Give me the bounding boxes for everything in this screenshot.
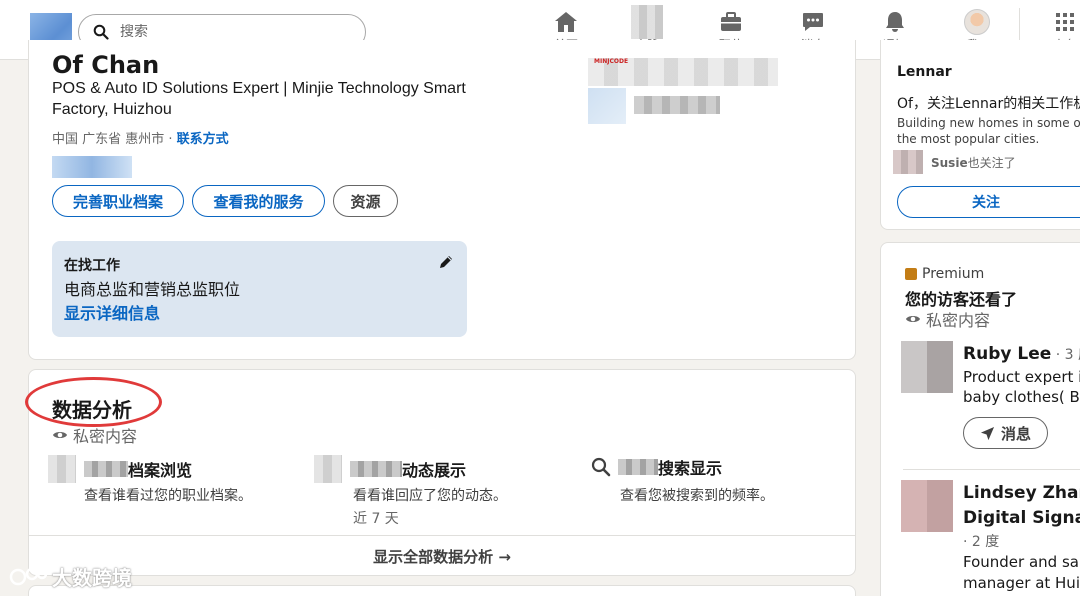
profile-name: Of Chan xyxy=(52,51,160,74)
stat-period: 近 7 天 xyxy=(353,511,399,527)
search-input[interactable] xyxy=(120,24,320,40)
open-to-work-title: 在找工作 xyxy=(64,258,120,274)
company-name[interactable]: Lennar xyxy=(897,64,952,80)
bell-icon xyxy=(886,12,904,32)
eye-icon xyxy=(53,432,67,438)
visitor-degree: · 2 度 xyxy=(963,534,1000,550)
mutual-avatar xyxy=(893,150,923,174)
visitor-name[interactable]: Ruby Lee xyxy=(963,344,1051,364)
profile-location: 中国 广东省 惠州市 · 联系方式 xyxy=(52,128,229,147)
experience-logo: MINJCODE xyxy=(594,58,629,65)
avatar xyxy=(964,9,990,35)
eye-icon xyxy=(906,316,920,322)
watermark-text: 大数跨境 xyxy=(52,566,132,590)
visitor-headline-cont: Digital Signag xyxy=(963,508,1080,528)
visitor-photo[interactable] xyxy=(901,341,953,393)
chart-icon xyxy=(314,455,342,483)
visitor-desc-line: Founder and sal xyxy=(963,553,1080,571)
stat-title: 搜索显示 xyxy=(658,459,723,478)
stat-title: 动态展示 xyxy=(402,461,467,480)
analytics-private: 私密内容 xyxy=(52,423,137,447)
send-icon xyxy=(980,426,995,440)
stat-desc: 查看谁看过您的职业档案。 xyxy=(84,488,252,504)
message-button-label: 消息 xyxy=(1000,424,1031,443)
visitors-private: 私密内容 xyxy=(905,307,990,331)
follow-button[interactable]: 关注 xyxy=(897,186,1080,218)
open-to-work-role: 电商总监和营销总监职位 xyxy=(64,280,241,299)
messaging-icon xyxy=(803,13,823,31)
pencil-icon[interactable] xyxy=(437,253,455,271)
mutual-name: Susie xyxy=(931,155,968,170)
mutual-follower: Susie也关注了 xyxy=(893,150,1016,174)
premium-badge: Premium xyxy=(905,266,984,282)
company-description: Building new homes in some of the most p… xyxy=(897,116,1080,146)
visitor-desc-line: baby clothes( Ba xyxy=(963,388,1080,406)
next-card xyxy=(28,585,856,596)
mutual-suffix: 也关注了 xyxy=(967,155,1016,170)
visitor-desc-line: manager at Huiz xyxy=(963,574,1080,592)
people-icon xyxy=(48,455,76,483)
resources-button[interactable]: 资源 xyxy=(333,185,398,217)
watermark: 大数跨境 xyxy=(8,562,132,591)
visitor-photo[interactable] xyxy=(901,480,953,532)
complete-profile-button[interactable]: 完善职业档案 xyxy=(52,185,184,217)
stat-desc: 查看您被搜索到的频率。 xyxy=(620,488,774,504)
search-icon xyxy=(93,24,109,40)
message-button[interactable]: 消息 xyxy=(963,417,1048,449)
open-to-work-card: 在找工作 电商总监和营销总监职位 显示详细信息 xyxy=(52,241,467,337)
annotation-circle xyxy=(25,377,162,427)
network-icon xyxy=(631,5,663,39)
visitor-desc-line: Product expert i xyxy=(963,368,1080,386)
location-text: 中国 广东省 惠州市 · xyxy=(52,132,177,147)
view-services-button[interactable]: 查看我的服务 xyxy=(192,185,325,217)
visitor-name[interactable]: Lindsey Zhang xyxy=(963,483,1080,503)
visitors-private-label: 私密内容 xyxy=(926,311,991,330)
analytics-private-label: 私密内容 xyxy=(73,427,138,446)
education-logo xyxy=(588,88,626,124)
profile-headline: POS & Auto ID Solutions Expert | Minjie … xyxy=(52,80,466,118)
home-icon xyxy=(555,12,577,32)
connections-count[interactable] xyxy=(52,156,132,178)
briefcase-icon xyxy=(721,12,741,31)
visitor-degree: · 3 度 xyxy=(1055,347,1080,363)
show-all-analytics-button[interactable]: 显示全部数据分析 → xyxy=(28,535,856,576)
grid-icon xyxy=(1056,13,1074,31)
premium-icon xyxy=(905,268,917,280)
search-icon xyxy=(591,457,611,477)
stat-title: 档案浏览 xyxy=(128,461,193,480)
education-blurred xyxy=(634,96,720,114)
stat-desc: 看看谁回应了您的动态。 xyxy=(353,488,507,504)
premium-label: Premium xyxy=(922,266,985,282)
company-prompt: Of，关注Lennar的相关工作机 xyxy=(897,96,1080,112)
show-details-link[interactable]: 显示详细信息 xyxy=(64,300,160,324)
divider xyxy=(903,469,1080,470)
contact-info-link[interactable]: 联系方式 xyxy=(177,132,229,147)
watermark-logo-icon xyxy=(9,567,48,585)
